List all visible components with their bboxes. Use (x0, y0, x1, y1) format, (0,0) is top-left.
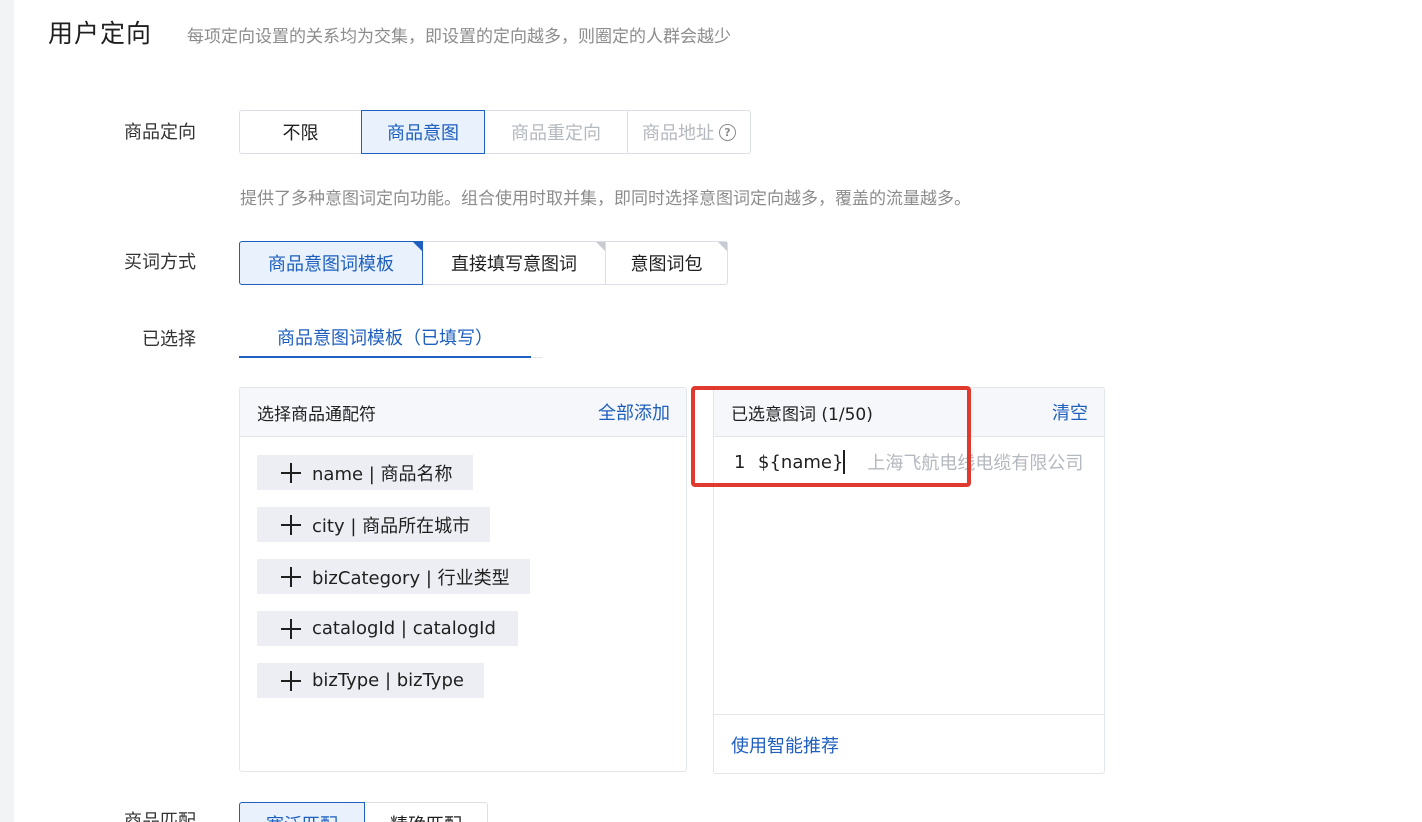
wildcard-panel-header: 选择商品通配符 全部添加 (240, 388, 686, 437)
chip-label: catalogId | catalogId (312, 618, 496, 639)
chip-label: bizCategory | 行业类型 (312, 567, 510, 589)
product-match-option-broad[interactable]: 宽泛匹配 (239, 802, 365, 822)
wildcard-chip-catalogid[interactable]: catalogId | catalogId (257, 611, 518, 646)
wildcard-chip-name[interactable]: name | 商品名称 (257, 455, 473, 490)
plus-icon (281, 671, 301, 691)
help-circle-icon[interactable]: ? (719, 123, 736, 141)
line-value: ${name} (758, 451, 844, 473)
product-targeting-option-intent[interactable]: 商品意图 (361, 110, 485, 154)
selected-label: 已选择 (142, 329, 196, 350)
product-targeting-option-unlimited[interactable]: 不限 (239, 110, 362, 154)
wildcard-chip-city[interactable]: city | 商品所在城市 (257, 507, 491, 542)
corner-marker-icon (413, 242, 422, 251)
smart-recommend-link[interactable]: 使用智能推荐 (714, 715, 1104, 758)
text-caret (843, 450, 846, 474)
wildcard-panel: 选择商品通配符 全部添加 name | 商品名称 city | 商品所在城市 b… (239, 387, 687, 772)
product-targeting-option-address[interactable]: 商品地址 ? (627, 110, 751, 154)
buy-method-option-direct[interactable]: 直接填写意图词 (422, 241, 606, 285)
corner-marker-icon (718, 242, 727, 251)
left-sidebar-strip (0, 0, 14, 822)
plus-icon (281, 463, 301, 483)
buy-method-label: 买词方式 (124, 252, 196, 273)
option-label: 精确匹配 (390, 811, 462, 822)
option-label: 不限 (282, 123, 319, 144)
chip-label: city | 商品所在城市 (312, 515, 471, 537)
tab-template-filled[interactable]: 商品意图词模板（已填写） (239, 324, 531, 358)
plus-icon (281, 567, 301, 587)
wildcard-panel-title: 选择商品通配符 (257, 404, 376, 425)
product-targeting-option-retarget[interactable]: 商品重定向 (484, 110, 628, 154)
option-label: 宽泛匹配 (266, 811, 338, 822)
chip-label: bizType | bizType (312, 670, 464, 691)
page: 用户定向 每项定向设置的关系均为交集，即设置的定向越多，则圈定的人群会越少 商品… (0, 0, 1422, 822)
product-match-option-exact[interactable]: 精确匹配 (364, 802, 488, 822)
option-label: 商品意图 (387, 123, 459, 144)
add-all-button[interactable]: 全部添加 (598, 399, 670, 425)
option-label: 直接填写意图词 (451, 254, 577, 275)
wildcard-chip-biztype[interactable]: bizType | bizType (257, 663, 484, 698)
option-label: 商品重定向 (511, 123, 601, 144)
plus-icon (281, 619, 301, 639)
product-targeting-hint: 提供了多种意图词定向功能。组合使用时取并集，即同时选择意图词定向越多，覆盖的流量… (240, 189, 971, 209)
selected-words-panel: 已选意图词 (1/50) 清空 1 ${name} 上海飞航电线电缆有限公司 使… (713, 387, 1105, 774)
editor-line: 1 ${name} 上海飞航电线电缆有限公司 (734, 449, 1083, 475)
line-number: 1 (734, 451, 746, 473)
clear-button[interactable]: 清空 (1052, 399, 1088, 425)
product-targeting-options: 不限 商品意图 商品重定向 商品地址 ? (239, 110, 751, 154)
editor-placeholder: 上海飞航电线电缆有限公司 (867, 453, 1084, 474)
corner-marker-icon (596, 242, 605, 251)
product-match-options: 宽泛匹配 精确匹配 (239, 802, 488, 822)
option-label: 商品地址 (642, 123, 714, 144)
buy-method-options: 商品意图词模板 直接填写意图词 意图词包 (239, 241, 728, 285)
option-label: 意图词包 (630, 254, 703, 275)
intent-words-editor[interactable]: 1 ${name} 上海飞航电线电缆有限公司 (714, 437, 1104, 715)
product-match-label: 商品匹配 (124, 811, 196, 822)
chip-label: name | 商品名称 (312, 463, 453, 485)
section-title: 用户定向 (48, 19, 153, 48)
product-targeting-label: 商品定向 (124, 122, 196, 143)
wildcard-chip-list: name | 商品名称 city | 商品所在城市 bizCategory | … (240, 437, 686, 698)
plus-icon (281, 515, 301, 535)
option-label: 商品意图词模板 (268, 254, 394, 275)
tab-divider (531, 357, 543, 358)
selected-words-title: 已选意图词 (1/50) (731, 404, 873, 425)
selected-words-panel-header: 已选意图词 (1/50) 清空 (714, 388, 1104, 437)
buy-method-option-template[interactable]: 商品意图词模板 (239, 241, 423, 285)
buy-method-option-package[interactable]: 意图词包 (605, 241, 728, 285)
wildcard-chip-bizcategory[interactable]: bizCategory | 行业类型 (257, 559, 530, 594)
section-subtitle: 每项定向设置的关系均为交集，即设置的定向越多，则圈定的人群会越少 (187, 27, 731, 47)
